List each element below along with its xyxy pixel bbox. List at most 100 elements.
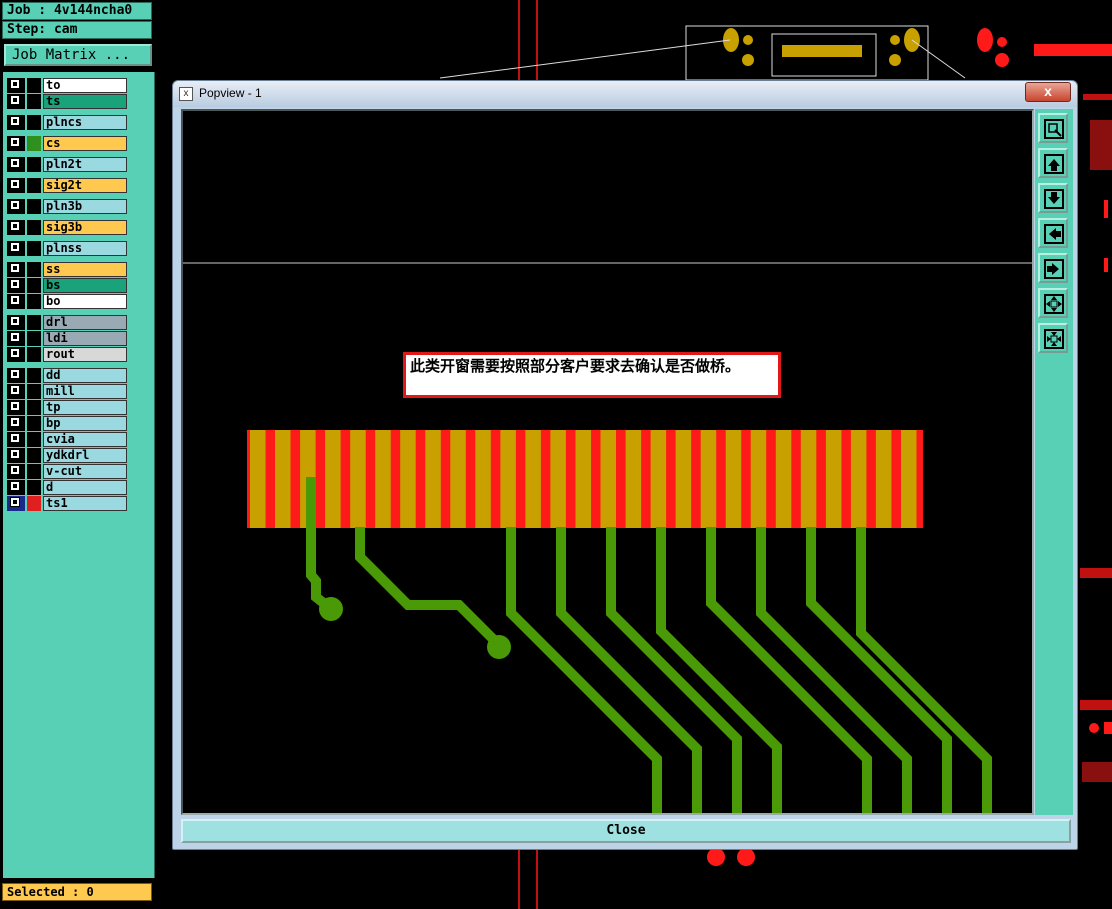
layer-row-ts[interactable]: ts — [7, 94, 127, 109]
step-label: Step: cam — [2, 21, 152, 39]
layer-name: sig2t — [43, 178, 127, 193]
layer-name: tp — [43, 400, 127, 415]
pan-right-button[interactable] — [1038, 253, 1068, 283]
layer-checkbox-cell — [7, 241, 25, 256]
pan-down-icon — [1044, 189, 1064, 209]
close-icon[interactable]: x — [1025, 82, 1071, 102]
layer-checkbox[interactable] — [10, 137, 20, 147]
pan-up-button[interactable] — [1038, 148, 1068, 178]
layer-name: to — [43, 78, 127, 93]
gold-finger — [825, 430, 842, 528]
zoom-out-icon — [1044, 329, 1064, 349]
layer-row-mill[interactable]: mill — [7, 384, 127, 399]
layer-checkbox[interactable] — [10, 316, 20, 326]
gold-finger — [400, 430, 416, 528]
layer-checkbox[interactable] — [10, 417, 20, 427]
layer-row-d[interactable]: d — [7, 480, 127, 495]
gold-finger — [275, 430, 291, 528]
close-button[interactable]: Close — [181, 819, 1071, 843]
layer-name: pln3b — [43, 199, 127, 214]
layer-color-swatch — [27, 347, 41, 362]
layer-row-cs[interactable]: cs — [7, 136, 127, 151]
layer-row-rout[interactable]: rout — [7, 347, 127, 362]
gold-finger — [525, 430, 541, 528]
job-matrix-button[interactable]: Job Matrix ... — [4, 44, 152, 66]
view-toolstrip — [1035, 109, 1073, 815]
pan-left-button[interactable] — [1038, 218, 1068, 248]
layer-checkbox[interactable] — [10, 158, 20, 168]
layer-color-swatch — [27, 199, 41, 214]
layer-row-bp[interactable]: bp — [7, 416, 127, 431]
zoom-out-button[interactable] — [1038, 323, 1068, 353]
layer-checkbox[interactable] — [10, 401, 20, 411]
layer-checkbox-cell — [7, 315, 25, 330]
popview-canvas[interactable]: 此类开窗需要按照部分客户要求去确认是否做桥。 — [181, 109, 1034, 815]
layer-row-ts1[interactable]: ts1 — [7, 496, 127, 511]
gold-finger — [750, 430, 767, 528]
layer-name: d — [43, 480, 127, 495]
layer-checkbox[interactable] — [10, 497, 20, 507]
layer-checkbox[interactable] — [10, 79, 20, 89]
layer-row-bs[interactable]: bs — [7, 278, 127, 293]
layer-checkbox[interactable] — [10, 348, 20, 358]
layer-row-plnss[interactable]: plnss — [7, 241, 127, 256]
layer-row-sig3b[interactable]: sig3b — [7, 220, 127, 235]
layer-row-dd[interactable]: dd — [7, 368, 127, 383]
layer-checkbox[interactable] — [10, 481, 20, 491]
layer-row-to[interactable]: to — [7, 78, 127, 93]
gold-finger — [725, 430, 742, 528]
layer-checkbox[interactable] — [10, 385, 20, 395]
window-icon: x — [179, 87, 193, 101]
layer-checkbox[interactable] — [10, 263, 20, 273]
layer-checkbox[interactable] — [10, 279, 20, 289]
layer-row-drl[interactable]: drl — [7, 315, 127, 330]
layer-checkbox-cell — [7, 294, 25, 309]
layer-checkbox-cell — [7, 400, 25, 415]
layer-row-bo[interactable]: bo — [7, 294, 127, 309]
layer-checkbox[interactable] — [10, 449, 20, 459]
layer-checkbox[interactable] — [10, 116, 20, 126]
layer-checkbox[interactable] — [10, 200, 20, 210]
zoom-in-button[interactable] — [1038, 288, 1068, 318]
layer-name: rout — [43, 347, 127, 362]
gold-finger — [675, 430, 692, 528]
layer-checkbox[interactable] — [10, 179, 20, 189]
layer-row-pln2t[interactable]: pln2t — [7, 157, 127, 172]
gold-finger — [600, 430, 616, 528]
selected-count: Selected : 0 — [2, 883, 152, 901]
layer-row-ydkdrl[interactable]: ydkdrl — [7, 448, 127, 463]
layer-row-v-cut[interactable]: v-cut — [7, 464, 127, 479]
layer-color-swatch — [27, 157, 41, 172]
left-panel: Job : 4v144ncha0 Step: cam Job Matrix ..… — [0, 0, 158, 909]
layer-row-ss[interactable]: ss — [7, 262, 127, 277]
popview-titlebar[interactable]: x Popview - 1 x — [173, 81, 1077, 107]
layer-name: drl — [43, 315, 127, 330]
layer-checkbox[interactable] — [10, 295, 20, 305]
layer-row-tp[interactable]: tp — [7, 400, 127, 415]
zoom-fit-button[interactable] — [1038, 113, 1068, 143]
layer-row-ldi[interactable]: ldi — [7, 331, 127, 346]
layer-color-swatch — [27, 94, 41, 109]
pan-down-button[interactable] — [1038, 183, 1068, 213]
zoom-fit-icon — [1044, 119, 1064, 139]
layer-checkbox[interactable] — [10, 95, 20, 105]
window-title: Popview - 1 — [199, 86, 262, 100]
gold-finger — [700, 430, 717, 528]
layer-color-swatch — [27, 136, 41, 151]
layer-name: cs — [43, 136, 127, 151]
layer-checkbox-cell — [7, 220, 25, 235]
layer-checkbox[interactable] — [10, 369, 20, 379]
layer-row-pln3b[interactable]: pln3b — [7, 199, 127, 214]
layer-checkbox[interactable] — [10, 221, 20, 231]
layer-color-swatch — [27, 432, 41, 447]
layer-checkbox[interactable] — [10, 332, 20, 342]
gold-finger — [250, 430, 266, 528]
layer-checkbox[interactable] — [10, 465, 20, 475]
layer-checkbox[interactable] — [10, 242, 20, 252]
layer-checkbox-cell — [7, 178, 25, 193]
layer-checkbox[interactable] — [10, 433, 20, 443]
layer-row-cvia[interactable]: cvia — [7, 432, 127, 447]
layer-row-sig2t[interactable]: sig2t — [7, 178, 127, 193]
gold-finger — [850, 430, 867, 528]
layer-row-plncs[interactable]: plncs — [7, 115, 127, 130]
